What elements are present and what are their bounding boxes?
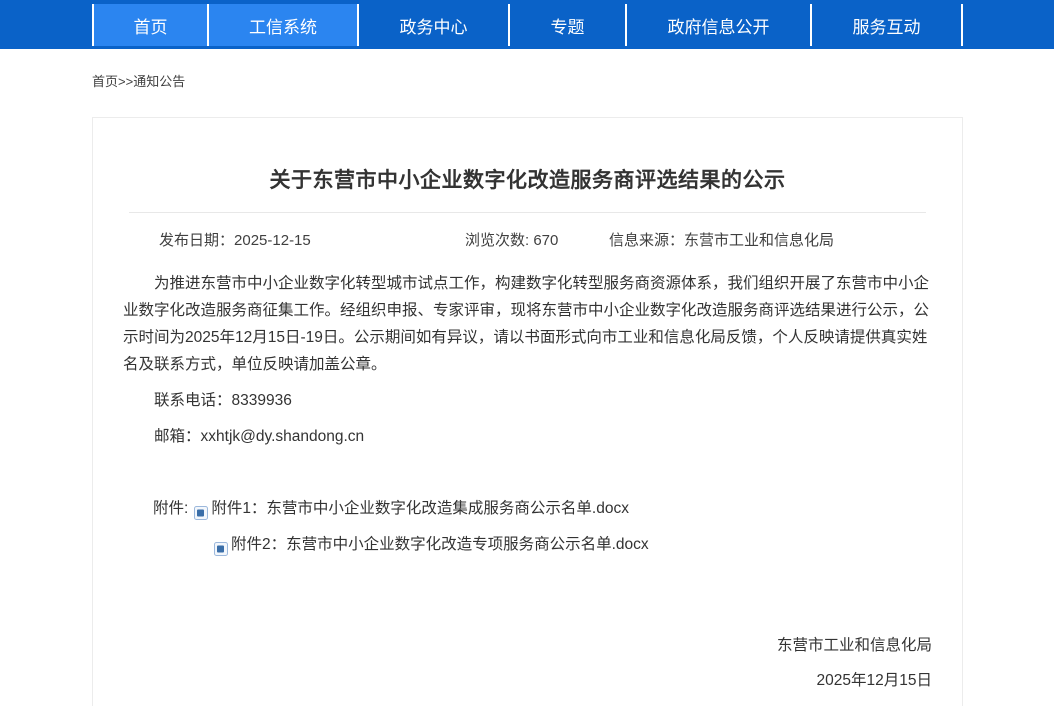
- publish-date-label: 发布日期：: [159, 232, 234, 249]
- breadcrumb-current-link[interactable]: 通知公告: [133, 74, 185, 89]
- attachment-link-1[interactable]: 附件1：东营市中小企业数字化改造集成服务商公示名单.docx: [211, 495, 629, 523]
- breadcrumb-separator: >>: [118, 74, 133, 89]
- article-meta-row: 发布日期：2025-12-15 浏览次数: 670 信息来源：东营市工业和信息化…: [129, 212, 926, 258]
- info-source-label: 信息来源：: [609, 232, 684, 249]
- publish-date: 发布日期：2025-12-15: [159, 229, 311, 250]
- info-source: 信息来源：东营市工业和信息化局: [609, 229, 834, 250]
- top-navigation-bar: 首页 工信系统 政务中心 专题 政府信息公开 服务互动: [0, 0, 1054, 49]
- doc-file-icon: [214, 538, 228, 552]
- contact-email-line: 邮箱：xxhtjk@dy.shandong.cn: [123, 423, 932, 450]
- nav-item-government-affairs-center[interactable]: 政务中心: [357, 4, 508, 46]
- article-paragraph: 为推进东营市中小企业数字化转型城市试点工作，构建数字化转型服务商资源体系，我们组…: [123, 270, 932, 378]
- info-source-value: 东营市工业和信息化局: [684, 232, 834, 249]
- doc-file-icon: [194, 502, 208, 516]
- view-count-label: 浏览次数:: [465, 232, 533, 249]
- contact-phone-line: 联系电话：8339936: [123, 387, 932, 414]
- breadcrumb-home-link[interactable]: 首页: [92, 74, 118, 89]
- article-body: 为推进东营市中小企业数字化转型城市试点工作，构建数字化转型服务商资源体系，我们组…: [93, 270, 962, 450]
- view-count: 浏览次数: 670: [465, 229, 558, 250]
- article-card: 关于东营市中小企业数字化改造服务商评选结果的公示 发布日期：2025-12-15…: [92, 117, 963, 706]
- nav-menu: 首页 工信系统 政务中心 专题 政府信息公开 服务互动: [92, 4, 963, 46]
- nav-item-service-interaction[interactable]: 服务互动: [810, 4, 963, 46]
- nav-item-special-topics[interactable]: 专题: [508, 4, 625, 46]
- attachment-link-2[interactable]: 附件2：东营市中小企业数字化改造专项服务商公示名单.docx: [231, 531, 649, 559]
- contact-phone-label: 联系电话：: [154, 392, 232, 409]
- signature-organization: 东营市工业和信息化局: [123, 632, 932, 659]
- contact-phone-value: 8339936: [232, 392, 292, 409]
- signature-date: 2025年12月15日: [123, 667, 932, 694]
- breadcrumb: 首页>>通知公告: [92, 71, 1054, 87]
- nav-item-home[interactable]: 首页: [92, 4, 207, 46]
- nav-item-gongxin-system[interactable]: 工信系统: [207, 4, 357, 46]
- page-title: 关于东营市中小企业数字化改造服务商评选结果的公示: [93, 164, 962, 194]
- attachments-section: 附件: 附件1：东营市中小企业数字化改造集成服务商公示名单.docx 附件2：东…: [93, 495, 962, 559]
- publish-date-value: 2025-12-15: [234, 232, 311, 249]
- view-count-value: 670: [533, 232, 558, 249]
- nav-item-gov-info-disclosure[interactable]: 政府信息公开: [625, 4, 810, 46]
- attachments-label: 附件:: [153, 495, 188, 523]
- contact-email-label: 邮箱：: [154, 428, 201, 445]
- attachment-row: 附件2：东营市中小企业数字化改造专项服务商公示名单.docx: [123, 531, 932, 559]
- attachment-row: 附件: 附件1：东营市中小企业数字化改造集成服务商公示名单.docx: [123, 495, 932, 523]
- signature-block: 东营市工业和信息化局 2025年12月15日: [93, 632, 962, 694]
- contact-email-value: xxhtjk@dy.shandong.cn: [201, 428, 365, 445]
